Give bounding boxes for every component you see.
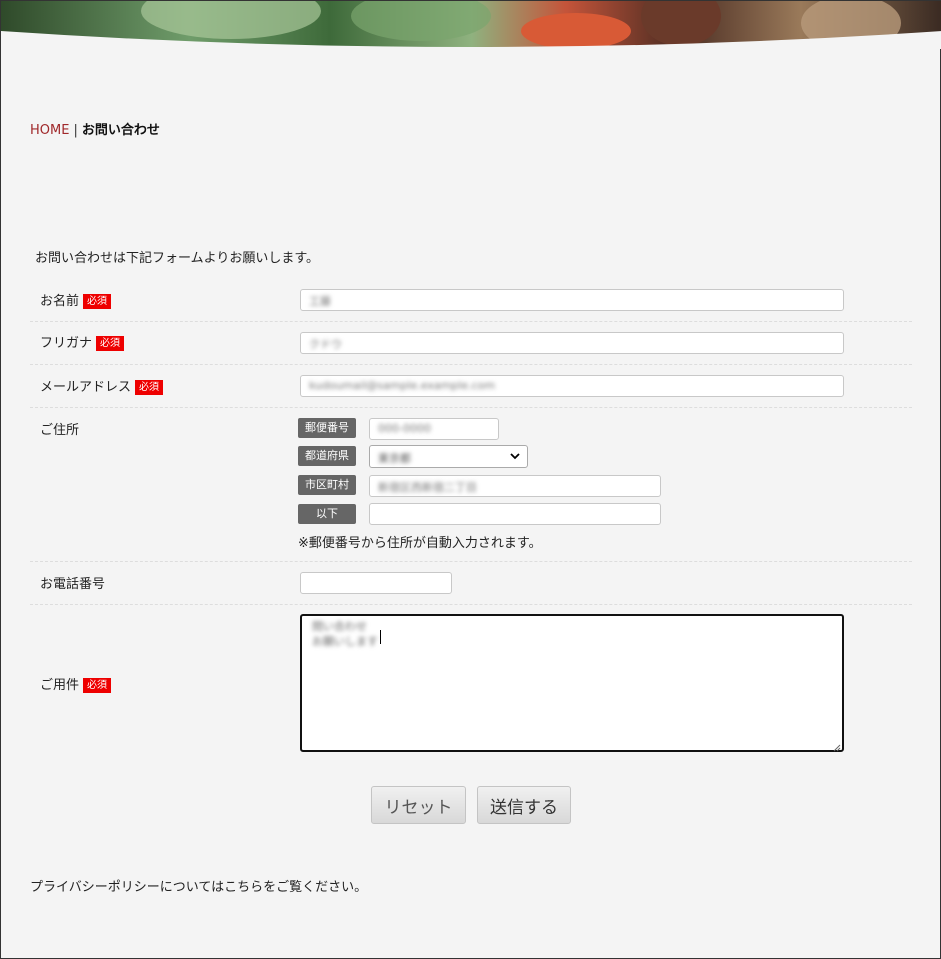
- form-intro-text: お問い合わせは下記フォームよりお願いします。: [35, 251, 320, 266]
- header-banner-image: [1, 1, 941, 49]
- address-below-tag: 以下: [298, 504, 356, 524]
- form-row-inquiry: ご用件 必須 問い合わせ お願いします: [30, 605, 912, 765]
- breadcrumb: HOME | お問い合わせ: [30, 119, 160, 138]
- name-label: お名前 必須: [40, 290, 112, 309]
- form-row-furigana: フリガナ 必須 クドウ: [30, 322, 912, 365]
- required-badge: 必須: [96, 336, 125, 351]
- prefecture-tag: 都道府県: [298, 446, 356, 466]
- prefecture-select[interactable]: 東京都: [369, 445, 528, 468]
- required-badge: 必須: [135, 380, 164, 395]
- form-row-phone: お電話番号: [30, 562, 912, 605]
- city-input[interactable]: 新宿区西新宿二丁目: [369, 475, 661, 497]
- breadcrumb-home-link[interactable]: HOME: [30, 123, 69, 138]
- breadcrumb-current: お問い合わせ: [81, 123, 160, 138]
- form-row-name: お名前 必須 工藤: [30, 281, 912, 322]
- text-caret: [380, 630, 381, 644]
- address-label: ご住所: [40, 423, 80, 438]
- chevron-down-icon: [509, 449, 521, 466]
- breadcrumb-separator: |: [73, 123, 78, 138]
- name-input[interactable]: 工藤: [300, 289, 844, 311]
- postal-autofill-note: ※郵便番号から住所が自動入力されます。: [298, 536, 542, 551]
- privacy-policy-link[interactable]: プライバシーポリシーについてはこちらをご覧ください。: [30, 876, 367, 895]
- furigana-input[interactable]: クドウ: [300, 332, 844, 354]
- required-badge: 必須: [83, 294, 112, 309]
- inquiry-label: ご用件 必須: [40, 674, 112, 693]
- email-input[interactable]: kudoumail@sample.example.com: [300, 375, 844, 397]
- submit-button[interactable]: 送信する: [477, 786, 571, 824]
- required-badge: 必須: [83, 678, 112, 693]
- phone-input[interactable]: [300, 572, 452, 594]
- resize-handle-icon[interactable]: [833, 741, 841, 752]
- email-label: メールアドレス 必須: [40, 376, 164, 395]
- city-tag: 市区町村: [298, 475, 356, 495]
- form-row-address: ご住所 郵便番号 000-0000 都道府県 東京都 市区町村 新宿区西新宿二丁…: [30, 408, 912, 562]
- postal-code-tag: 郵便番号: [298, 418, 356, 438]
- address-below-input[interactable]: [369, 503, 661, 525]
- reset-button[interactable]: リセット: [371, 786, 466, 824]
- phone-label: お電話番号: [40, 577, 106, 592]
- postal-code-input[interactable]: 000-0000: [369, 418, 499, 440]
- furigana-label: フリガナ 必須: [40, 332, 125, 351]
- inquiry-textarea[interactable]: 問い合わせ お願いします: [300, 614, 844, 752]
- form-row-email: メールアドレス 必須 kudoumail@sample.example.com: [30, 365, 912, 408]
